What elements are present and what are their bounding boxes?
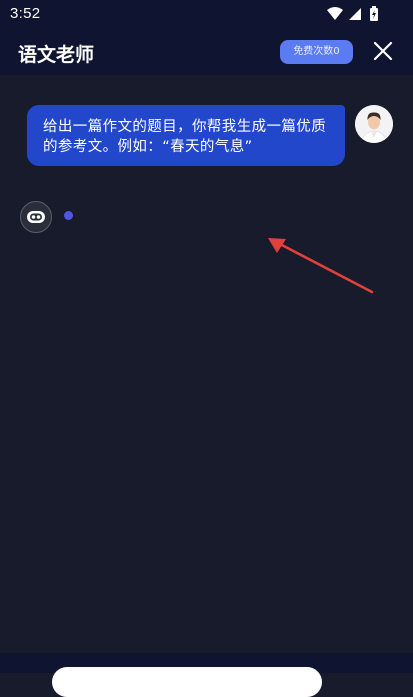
bot-avatar: [20, 201, 52, 233]
status-bar: 3:52: [0, 0, 413, 28]
message-input-area[interactable]: [52, 667, 322, 697]
chat-area[interactable]: 给出一篇作文的题目，你帮我生成一篇优质的参考文。例如：“春天的气息”: [0, 75, 413, 653]
bottom-bar: [0, 653, 413, 697]
battery-charging-icon: [370, 6, 378, 21]
status-time: 3:52: [10, 5, 41, 22]
close-icon[interactable]: [370, 38, 396, 64]
typing-indicator-dot: [64, 211, 73, 220]
user-avatar: [355, 105, 393, 143]
user-avatar-icon: [355, 105, 393, 143]
annotation-arrow-icon: [268, 238, 374, 294]
free-quota-badge[interactable]: 免费次数0: [280, 40, 353, 64]
app-header: 语文老师 免费次数0: [0, 28, 413, 75]
robot-face-icon: [27, 211, 45, 223]
user-message-bubble[interactable]: 给出一篇作文的题目，你帮我生成一篇优质的参考文。例如：“春天的气息”: [27, 105, 345, 166]
cellular-signal-icon: [349, 8, 361, 20]
wifi-icon: [327, 7, 343, 20]
page-title: 语文老师: [18, 44, 95, 66]
status-icons: [327, 6, 378, 21]
